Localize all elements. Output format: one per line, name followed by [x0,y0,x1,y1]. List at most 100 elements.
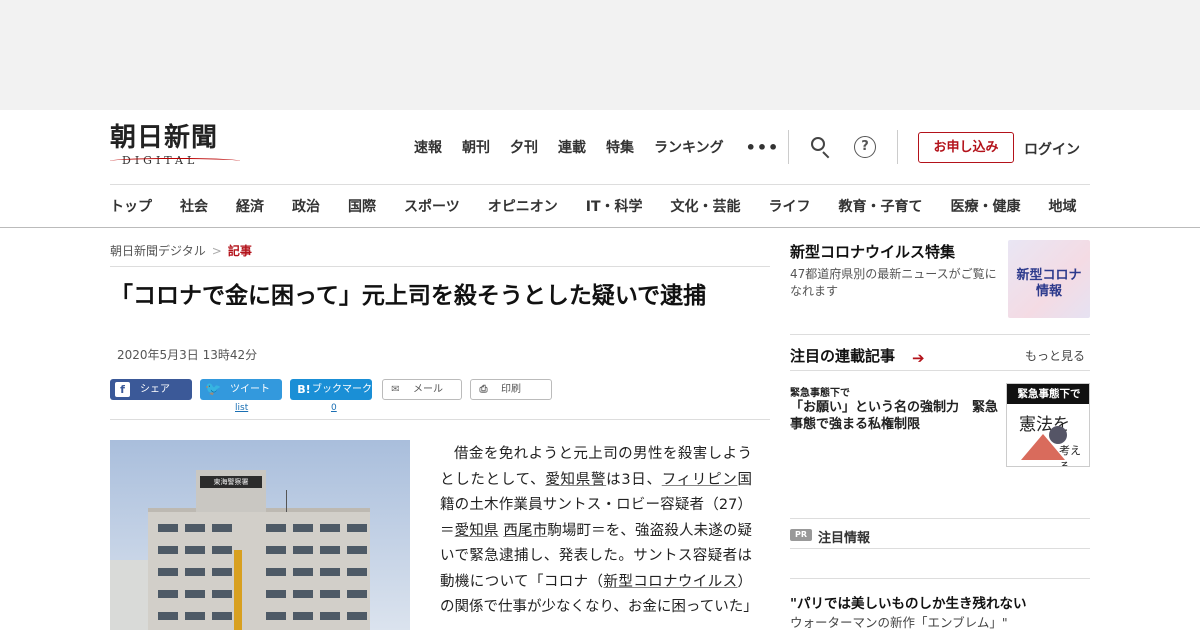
arrow-right-icon: ➔ [912,349,925,367]
site-logo[interactable]: 朝日新聞 DIGITAL [110,124,242,172]
breadcrumb-current: 記事 [227,244,252,258]
photo-window [293,524,313,532]
top-ad-area [0,0,1200,110]
nav-item-tokushu[interactable]: 特集 [606,137,634,157]
nav-item-sokuho[interactable]: 速報 [414,137,442,157]
photo-window [185,546,205,554]
photo-window [212,590,232,598]
category-economy[interactable]: 経済 [236,196,264,216]
photo-window [320,612,340,620]
category-international[interactable]: 国際 [348,196,376,216]
photo-window [266,590,286,598]
photo-window [158,612,178,620]
sidebar-divider [790,370,1090,371]
photo-window [347,612,367,620]
article-inline-link[interactable]: フィリピン [662,472,738,488]
category-nav: トップ 社会 経済 政治 国際 スポーツ オピニオン IT・科学 文化・芸能 ラ… [110,196,1200,216]
article-inline-link[interactable]: 新型コロナウイルス [603,574,737,590]
article-inline-link[interactable]: 愛知県警 [545,472,606,488]
corona-feature-desc: 47都道府県別の最新ニュースがご覧になれます [790,267,997,298]
series-tag: 緊急事態下で [790,388,850,399]
article-photo: 東海警察署 [110,440,410,630]
search-icon[interactable] [810,136,832,159]
photo-window [158,524,178,532]
photo-window [293,590,313,598]
photo-window [212,546,232,554]
photo-trees [110,560,150,630]
facebook-share-label: シェア [140,384,170,395]
category-education[interactable]: 教育・子育て [839,196,923,216]
breadcrumb-divider [110,266,770,267]
photo-window [266,568,286,576]
photo-window [320,590,340,598]
series-article-link[interactable]: 「お願い」という名の強制力 緊急事態で強まる私権制限 [790,399,1002,433]
photo-flagpole [286,490,287,512]
subscribe-button[interactable]: お申し込み [918,132,1014,163]
photo-window [347,568,367,576]
search-icon-lens [811,137,825,151]
print-button[interactable]: ⎙ 印刷 [470,379,552,400]
corona-thumb-text: 新型コロナ情報 [1016,268,1082,299]
hatena-count-link[interactable]: 0 [331,403,337,413]
pr-ad-title[interactable]: "パリでは美しいものしか生き残れない [790,592,1090,612]
sidebar-divider [790,548,1090,549]
more-menu-icon[interactable]: ••• [746,138,780,157]
twitter-share-label: ツイート [230,384,270,395]
twitter-count-link[interactable]: list [235,403,248,413]
photo-banner [234,550,242,630]
category-top[interactable]: トップ [110,196,152,216]
facebook-share-button[interactable]: f シェア [110,379,192,400]
photo-window [212,568,232,576]
corona-feature-title[interactable]: 新型コロナウイルス特集 [790,241,955,262]
article-headline: 「コロナで金に困って」元上司を殺そうとした疑いで逮捕 [110,283,707,309]
photo-window [185,524,205,532]
mail-share-label: メール [413,384,443,395]
category-opinion[interactable]: オピニオン [488,196,558,216]
photo-window [293,546,313,554]
login-link[interactable]: ログイン [1024,139,1080,159]
article-inline-link[interactable]: 愛知県 [455,523,499,539]
mail-share-button[interactable]: ✉ メール [382,379,462,400]
category-sports[interactable]: スポーツ [404,196,460,216]
pr-ad-subtitle[interactable]: ウォーターマンの新作「エンブレム」" [790,612,1090,630]
photo-window [158,590,178,598]
nav-item-rensai[interactable]: 連載 [558,137,586,157]
nav-item-yukan[interactable]: 夕刊 [510,137,538,157]
sidebar-divider [790,518,1090,519]
featured-series-title: 注目の連載記事 [790,347,896,365]
logo-main-text: 朝日新聞 [110,123,219,153]
article-date: 2020年5月3日 13時42分 [117,348,258,362]
see-more-link[interactable]: もっと見る [1025,347,1085,364]
corona-feature-thumbnail[interactable]: 新型コロナ情報 [1008,240,1090,318]
breadcrumb-home[interactable]: 朝日新聞デジタル [110,244,206,258]
category-culture[interactable]: 文化・芸能 [671,196,741,216]
nav-item-ranking[interactable]: ランキング [654,137,724,157]
category-politics[interactable]: 政治 [292,196,320,216]
article-text: は3日、 [606,471,662,488]
print-icon: ⎙ [479,384,488,395]
photo-window [212,612,232,620]
series-thumb-text-2: 考える [1059,444,1081,467]
photo-window [158,568,178,576]
facebook-icon: f [115,382,130,397]
hatena-bookmark-button[interactable]: B! ブックマーク [290,379,372,400]
series-thumbnail[interactable]: 緊急事態下で 憲法を 考える [1006,383,1090,467]
header-bottom-border [0,227,1200,228]
header-divider [897,130,898,164]
photo-window [347,546,367,554]
sidebar-divider [790,578,1090,579]
category-region[interactable]: 地域 [1049,196,1077,216]
breadcrumb: 朝日新聞デジタル > 記事 [110,242,252,259]
nav-item-choukan[interactable]: 朝刊 [462,137,490,157]
category-life[interactable]: ライフ [769,196,811,216]
photo-window [293,568,313,576]
photo-window [347,590,367,598]
category-health[interactable]: 医療・健康 [951,196,1021,216]
help-icon[interactable]: ? [854,136,876,158]
category-it-science[interactable]: IT・科学 [586,196,643,216]
photo-window [266,612,286,620]
hatena-bookmark-label: ブックマーク [312,384,372,395]
twitter-share-button[interactable]: 🐦 ツイート [200,379,282,400]
category-society[interactable]: 社会 [180,196,208,216]
article-inline-link[interactable]: 西尾市 [503,523,547,539]
